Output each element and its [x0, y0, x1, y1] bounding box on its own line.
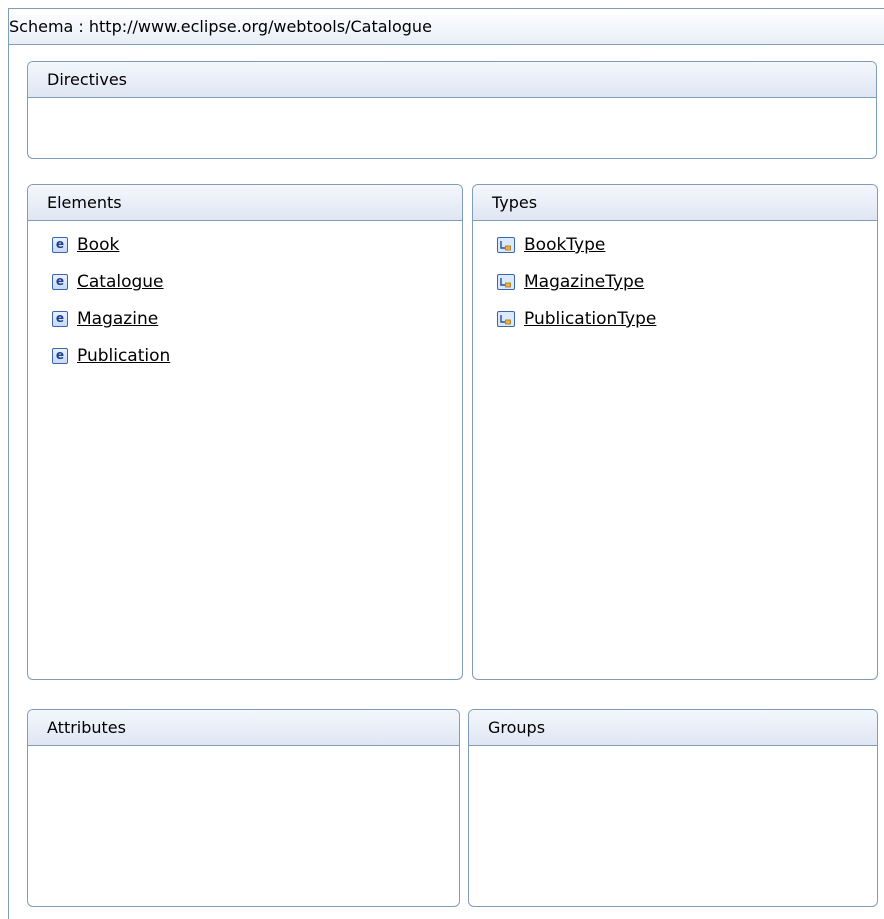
element-icon: e — [52, 348, 68, 364]
element-item-catalogue: e Catalogue — [52, 272, 462, 309]
directives-section: Directives — [27, 61, 877, 159]
types-title: Types — [473, 185, 877, 221]
elements-list: e Book e Catalogue e Magazine e Publicat… — [28, 221, 462, 383]
complex-type-icon — [497, 237, 515, 253]
element-link-book[interactable]: Book — [77, 235, 119, 255]
type-link-booktype[interactable]: BookType — [524, 235, 605, 255]
groups-section: Groups — [468, 709, 878, 907]
schema-header: Schema : http://www.eclipse.org/webtools… — [9, 9, 884, 45]
elements-section: Elements e Book e Catalogue e Magazine e… — [27, 184, 463, 680]
type-item-booktype: BookType — [497, 235, 877, 272]
type-item-magazinetype: MagazineType — [497, 272, 877, 309]
elements-title: Elements — [28, 185, 462, 221]
types-list: BookType MagazineType PublicationType — [473, 221, 877, 346]
types-section: Types BookType MagazineType PublicationT… — [472, 184, 878, 680]
element-link-catalogue[interactable]: Catalogue — [77, 272, 164, 292]
schema-title: Schema : http://www.eclipse.org/webtools… — [9, 17, 432, 36]
attributes-section: Attributes — [27, 709, 460, 907]
type-item-publicationtype: PublicationType — [497, 309, 877, 346]
complex-type-icon — [497, 274, 515, 290]
type-link-publicationtype[interactable]: PublicationType — [524, 309, 656, 329]
element-item-publication: e Publication — [52, 346, 462, 383]
element-item-magazine: e Magazine — [52, 309, 462, 346]
element-link-magazine[interactable]: Magazine — [77, 309, 158, 329]
element-icon: e — [52, 311, 68, 327]
groups-title: Groups — [469, 710, 877, 746]
attributes-title: Attributes — [28, 710, 459, 746]
element-icon: e — [52, 237, 68, 253]
type-link-magazinetype[interactable]: MagazineType — [524, 272, 644, 292]
element-icon: e — [52, 274, 68, 290]
directives-title: Directives — [28, 62, 876, 98]
element-link-publication[interactable]: Publication — [77, 346, 170, 366]
complex-type-icon — [497, 311, 515, 327]
element-item-book: e Book — [52, 235, 462, 272]
